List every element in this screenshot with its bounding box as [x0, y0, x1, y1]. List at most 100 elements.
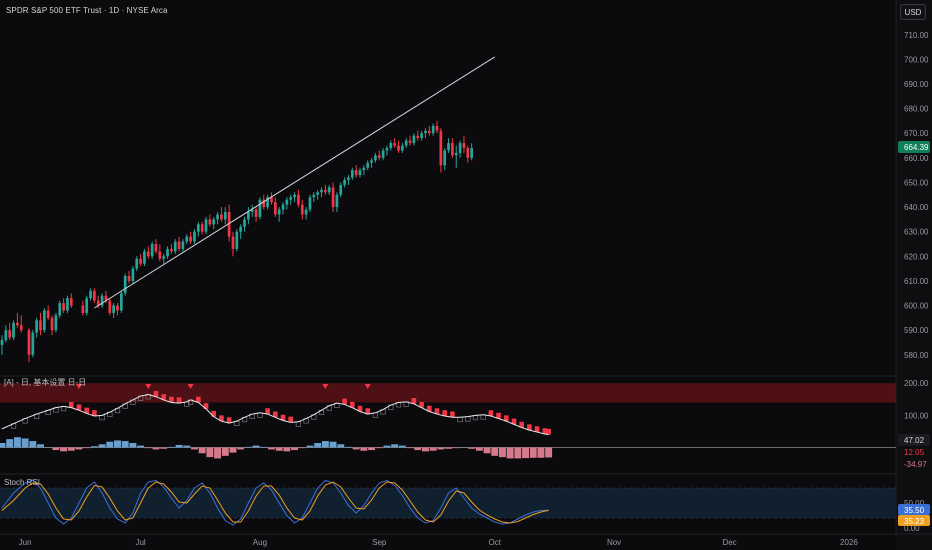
- candle-body: [54, 315, 58, 331]
- stoch-value-label: 35.23: [904, 517, 925, 526]
- stoch-rsi-label: Stoch RSI: [4, 478, 41, 487]
- osc-band-bar: [265, 408, 270, 415]
- osc-histogram-bar: [90, 446, 98, 448]
- osc-histogram-bar: [406, 447, 414, 449]
- candle-body: [350, 170, 354, 178]
- candle-body: [93, 290, 96, 301]
- candle-body: [216, 214, 219, 220]
- candle-body: [312, 194, 316, 198]
- candle-body: [8, 330, 12, 338]
- osc-histogram-bar: [375, 447, 383, 449]
- osc-histogram-bar: [106, 441, 114, 448]
- osc-histogram-bar: [144, 447, 152, 449]
- osc-histogram-bar: [321, 441, 329, 448]
- osc-histogram-bar: [121, 441, 129, 448]
- osc-histogram-bar: [537, 447, 545, 458]
- candle-body: [327, 187, 331, 193]
- osc-histogram-bar: [98, 444, 106, 448]
- osc-band-bar: [465, 416, 471, 422]
- osc-histogram-bar: [498, 447, 506, 458]
- candle-body: [335, 194, 339, 208]
- candle-body: [185, 236, 189, 242]
- candle-body: [300, 204, 304, 215]
- candle-body: [458, 143, 462, 153]
- candle-body: [404, 140, 408, 146]
- candle-body: [204, 219, 208, 232]
- candle-body: [108, 300, 112, 313]
- candle-body: [293, 194, 296, 198]
- candle-body: [4, 330, 8, 340]
- osc-histogram-bar: [206, 447, 214, 458]
- osc-band-bar: [488, 410, 494, 416]
- currency-button[interactable]: USD: [900, 4, 926, 20]
- candle-body: [381, 150, 385, 158]
- last-price-label: 664.39: [904, 143, 929, 152]
- osc-histogram-bar: [475, 447, 483, 451]
- osc-histogram-bar: [83, 447, 91, 449]
- stoch-value-label: 35.50: [904, 506, 925, 515]
- candle-body: [447, 143, 450, 151]
- candle-body: [150, 244, 154, 257]
- candle-body: [431, 125, 435, 134]
- candle-body: [331, 187, 335, 208]
- osc-tick-label: 100.00: [904, 411, 929, 420]
- candle-body: [166, 248, 169, 257]
- osc-histogram-bar: [29, 441, 37, 448]
- osc-histogram-bar: [0, 443, 6, 448]
- candle-body: [366, 162, 370, 168]
- candle-body: [420, 133, 423, 139]
- candle-body: [258, 199, 262, 217]
- osc-histogram-bar: [67, 447, 75, 451]
- candle-body: [358, 170, 362, 176]
- osc-histogram-bar: [329, 441, 337, 448]
- candle-body: [12, 322, 15, 338]
- candle-body: [208, 219, 212, 225]
- oscillator-label: [A] - 日, 基本设置 日-日: [4, 378, 87, 387]
- candle-body: [231, 236, 235, 249]
- price-tick-label: 590.00: [904, 326, 929, 335]
- osc-histogram-bar: [160, 447, 168, 449]
- candle-body: [424, 130, 427, 134]
- price-tick-label: 610.00: [904, 277, 929, 286]
- candle-body: [408, 140, 412, 144]
- osc-value-label: 12.05: [904, 448, 925, 457]
- osc-histogram-bar: [360, 447, 368, 451]
- candle-body: [85, 298, 89, 313]
- candle-body: [389, 143, 393, 148]
- osc-histogram-bar: [167, 446, 175, 448]
- osc-value-label: 47.02: [904, 436, 925, 445]
- candle-body: [189, 236, 192, 242]
- candle-body: [112, 305, 115, 313]
- candle-body: [462, 143, 466, 148]
- osc-histogram-bar: [437, 447, 445, 450]
- osc-band-bar: [176, 397, 182, 404]
- candle-body: [324, 189, 327, 193]
- osc-histogram-bar: [175, 444, 183, 448]
- candle-body: [116, 305, 119, 311]
- candle-body: [69, 298, 73, 306]
- time-tick-label: Sep: [372, 538, 387, 547]
- chart-canvas[interactable]: 580.00 590.00 600.00 610.00 620.00 630.00 640.…: [0, 0, 932, 550]
- candle-body: [370, 160, 373, 163]
- candle-body: [427, 130, 431, 134]
- osc-histogram-bar: [183, 445, 191, 448]
- price-tick-label: 600.00: [904, 302, 929, 311]
- osc-histogram-bar: [52, 447, 60, 451]
- osc-histogram-bar: [414, 447, 422, 451]
- candle-body: [454, 152, 458, 156]
- osc-band-bar: [342, 398, 347, 405]
- osc-histogram-bar: [529, 447, 537, 458]
- osc-histogram-bar: [429, 447, 437, 451]
- candle-body: [143, 251, 146, 264]
- osc-histogram-bar: [398, 445, 406, 448]
- candle-body: [439, 130, 443, 166]
- price-tick-label: 690.00: [904, 80, 929, 89]
- osc-histogram-bar: [6, 439, 14, 448]
- candle-body: [162, 256, 166, 259]
- candle-body: [401, 145, 404, 151]
- candle-body: [304, 209, 308, 215]
- osc-histogram-bar: [44, 447, 52, 448]
- osc-histogram-bar: [298, 447, 306, 449]
- candle-body: [27, 330, 31, 355]
- candle-body: [146, 251, 150, 257]
